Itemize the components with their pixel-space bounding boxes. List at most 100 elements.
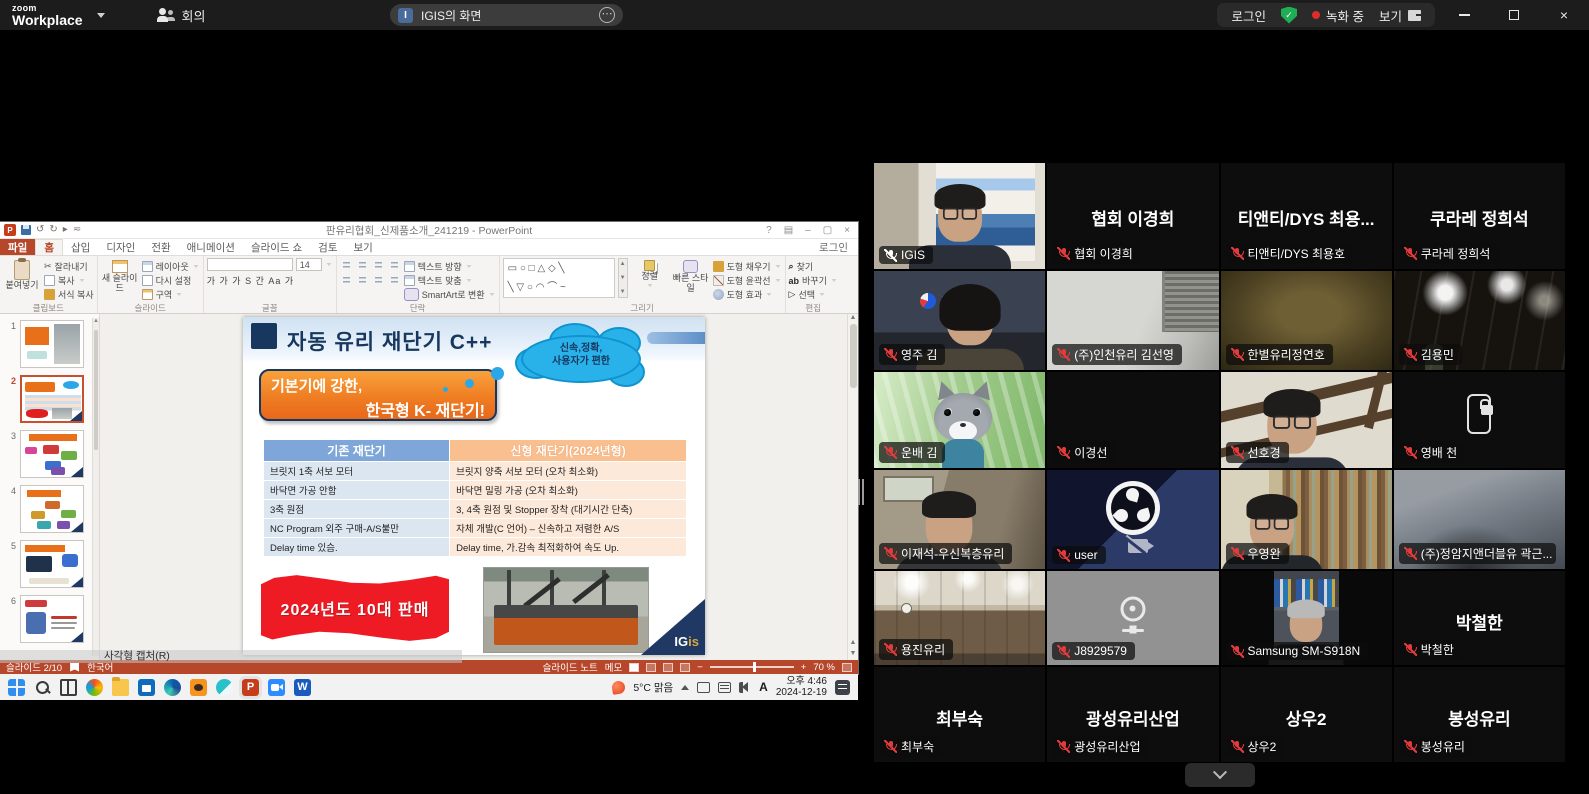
shape-outline-button[interactable]: 도형 윤곽선 (713, 274, 782, 287)
ppt-close-icon[interactable]: × (844, 225, 850, 236)
participant-tile[interactable]: 봉성유리 봉성유리 (1394, 667, 1565, 762)
weather-label[interactable]: 5°C 맑음 (633, 680, 673, 695)
ime-indicator[interactable]: A (759, 680, 768, 694)
participant-tile-igis[interactable]: IGIS (874, 163, 1045, 269)
scrollbar-thumb[interactable] (850, 324, 857, 388)
participant-tile[interactable]: user (1047, 470, 1218, 569)
participant-tile[interactable]: 박철한 박철한 (1394, 571, 1565, 665)
taskbar-clock[interactable]: 오후 4:46 2024-12-19 (776, 676, 827, 699)
participant-tile[interactable]: 용진유리 (874, 571, 1045, 665)
slide-thumbnail-item[interactable]: 5 (4, 540, 99, 588)
zoom-out-icon[interactable]: − (697, 662, 703, 673)
powerpoint-taskbar-icon[interactable]: P (242, 679, 259, 696)
select-button[interactable]: ▷선택 (789, 288, 838, 301)
tray-expand-icon[interactable] (681, 685, 689, 690)
maximize-button[interactable] (1489, 0, 1539, 30)
participant-tile[interactable]: Samsung SM-S918N (1221, 571, 1392, 665)
zoom-level[interactable]: 70 % (813, 662, 835, 673)
copilot-icon[interactable] (86, 679, 103, 696)
participant-tile[interactable]: (주)인천유리 김선영 (1047, 271, 1218, 370)
view-button[interactable]: 보기 (1379, 6, 1421, 25)
slide-thumbnail[interactable] (20, 595, 84, 643)
participant-tile[interactable]: 상우2 상우2 (1221, 667, 1392, 762)
zoom-slider[interactable] (710, 666, 794, 668)
save-icon[interactable] (21, 225, 31, 235)
slide-thumbnail-item[interactable]: 1 (4, 320, 99, 368)
word-taskbar-icon[interactable]: W (294, 679, 311, 696)
task-view-icon[interactable] (60, 679, 77, 696)
redo-icon[interactable]: ↻ (49, 225, 57, 235)
help-icon[interactable]: ? (766, 225, 772, 236)
ppt-restore-icon[interactable]: ▢ (823, 225, 832, 236)
tab-review[interactable]: 검토 (310, 239, 345, 255)
previous-slide-icon[interactable]: ▲ (850, 639, 857, 646)
text-align-button[interactable]: 텍스트 맞춤 (404, 274, 496, 287)
font-format-buttons[interactable]: 가 가 가 S 간 Aa 가 (207, 274, 294, 287)
normal-view-icon[interactable] (629, 663, 639, 672)
start-button-icon[interactable] (8, 679, 25, 696)
slideshow-view-icon[interactable] (680, 663, 690, 672)
quick-styles-button[interactable]: 빠른 스타일 (672, 258, 710, 294)
reading-view-icon[interactable] (663, 663, 673, 672)
keyboard-tray-icon[interactable] (718, 682, 731, 693)
align-buttons[interactable] (340, 275, 401, 286)
more-options-icon[interactable]: ⋯ (599, 7, 615, 23)
replace-button[interactable]: ab바꾸기 (789, 274, 838, 287)
font-name-combobox[interactable] (207, 258, 293, 271)
slide-thumbnail[interactable] (20, 540, 84, 588)
edge-browser-icon[interactable] (164, 679, 181, 696)
cut-button[interactable]: ✂잘라내기 (44, 260, 94, 273)
shape-gallery[interactable]: ▭ ○ □ △ ◇ ╲ ╲ ▽ ○ ◠ ⌒ ~ (503, 258, 615, 298)
panel-resize-handle[interactable] (857, 479, 865, 505)
participant-tile[interactable]: KEGWA 영주 김 (874, 271, 1045, 370)
speaker-tray-icon[interactable] (739, 682, 751, 693)
undo-icon[interactable]: ↺ (36, 225, 44, 235)
next-slide-icon[interactable]: ▼ (850, 650, 857, 657)
tab-shared-screen[interactable]: I IGIS의 화면 ⋯ (390, 4, 623, 26)
participant-tile[interactable]: J8929579 (1047, 571, 1218, 665)
tab-file[interactable]: 파일 (0, 239, 35, 255)
slide-thumbnail[interactable] (20, 430, 84, 478)
reset-button[interactable]: 다시 설정 (142, 274, 200, 287)
slide-thumbnail[interactable] (20, 485, 84, 533)
tab-home[interactable]: 홈 (35, 239, 63, 255)
file-explorer-icon[interactable] (112, 679, 129, 696)
ppt-minimize-icon[interactable]: – (805, 225, 811, 236)
slide-thumbnail-item-selected[interactable]: 2 (4, 375, 99, 423)
login-button[interactable]: 로그인 (1231, 6, 1266, 25)
zoom-in-icon[interactable]: + (801, 662, 807, 673)
kakao-app-icon[interactable] (190, 679, 207, 696)
format-painter-button[interactable]: 서식 복사 (44, 288, 94, 301)
slide-thumbnail-item[interactable]: 3 (4, 430, 99, 478)
thumbnail-scrollbar[interactable] (92, 318, 99, 656)
smartart-button[interactable]: SmartArt로 변환 (404, 288, 496, 301)
tab-slideshow[interactable]: 슬라이드 쇼 (243, 239, 310, 255)
fit-to-window-icon[interactable] (842, 663, 852, 672)
layout-button[interactable]: 레이아웃 (142, 260, 200, 273)
section-button[interactable]: 구역 (142, 288, 200, 301)
shape-fill-button[interactable]: 도형 채우기 (713, 260, 782, 273)
participant-tile[interactable]: 우영완 (1221, 470, 1392, 569)
security-shield-icon[interactable]: ✓ (1281, 7, 1297, 24)
participant-tile[interactable]: 이경선 (1047, 372, 1218, 468)
tab-transitions[interactable]: 전환 (143, 239, 178, 255)
participant-tile[interactable]: 김용민 (1394, 271, 1565, 370)
notification-center-icon[interactable] (835, 680, 850, 695)
whale-browser-icon[interactable] (216, 679, 233, 696)
clipboard-tray-icon[interactable] (697, 682, 710, 693)
participant-tile[interactable]: (주)정암지앤더블유 곽근... (1394, 470, 1565, 569)
tab-design[interactable]: 디자인 (98, 239, 143, 255)
new-slide-button[interactable]: 새 슬라이드 (101, 258, 139, 294)
participant-tile[interactable]: 최부숙 최부숙 (874, 667, 1045, 762)
ribbon-display-icon[interactable]: ▤ (784, 225, 793, 236)
slide-canvas[interactable]: 자동 유리 재단기 C++ 신속,정확, 사용자가 편한 기본기에 강한, 한국… (243, 317, 705, 655)
tab-insert[interactable]: 삽입 (63, 239, 98, 255)
participant-tile[interactable]: 한별유리정연호 (1221, 271, 1392, 370)
list-buttons[interactable] (340, 260, 401, 271)
participant-tile[interactable]: 선호경 (1221, 372, 1392, 468)
slide-thumbnail-item[interactable]: 4 (4, 485, 99, 533)
copy-button[interactable]: 복사 (44, 274, 94, 287)
participant-tile[interactable]: 광성유리산업 광성유리산업 (1047, 667, 1218, 762)
participant-tile[interactable]: 협회 이경희 협회 이경희 (1047, 163, 1218, 269)
close-button[interactable]: × (1539, 0, 1589, 30)
